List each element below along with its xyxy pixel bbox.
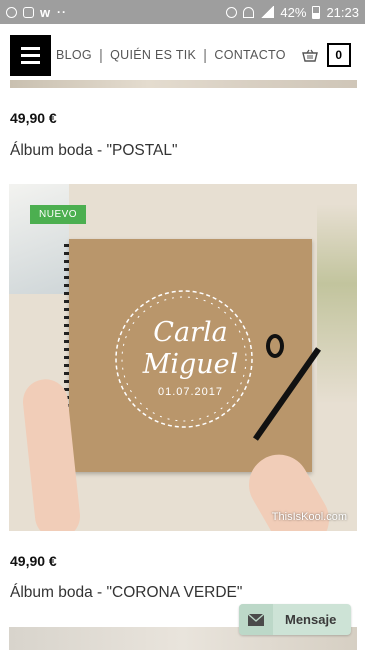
nav-link-blog[interactable]: BLOG	[56, 48, 92, 62]
new-badge: NUEVO	[30, 205, 87, 224]
site-header: BLOG | QUIÉN ES TIK | CONTACTO 0	[0, 24, 365, 86]
basket-icon[interactable]	[301, 49, 318, 62]
product-image-postal[interactable]	[10, 80, 357, 88]
cart-count-badge[interactable]: 0	[326, 43, 351, 67]
more-notifications-icon: ··	[57, 5, 67, 19]
greenery	[317, 204, 357, 404]
clock: 21:23	[326, 4, 359, 20]
nav-separator: |	[203, 46, 208, 64]
hamburger-icon-bar	[21, 46, 40, 50]
product-title[interactable]: Álbum boda - "CORONA VERDE"	[10, 584, 242, 602]
ribbon-bow	[266, 334, 284, 358]
whatsapp-icon	[6, 6, 17, 18]
status-icons-right: 42% 21:23	[226, 5, 359, 20]
alarm-icon	[226, 6, 238, 18]
image-watermark: ThisIsKool.com	[271, 511, 347, 523]
message-button-label: Mensaje	[285, 612, 337, 627]
hamburger-icon-bar	[21, 53, 40, 57]
message-button[interactable]: Mensaje	[239, 604, 351, 635]
battery-icon	[312, 5, 321, 19]
status-icons-left: w ··	[6, 5, 67, 19]
product-price: 49,90 €	[10, 110, 57, 126]
nav-separator: |	[98, 46, 104, 64]
hamburger-icon-bar	[21, 60, 40, 64]
nav-link-quien-es-tik[interactable]: QUIÉN ES TIK	[110, 48, 196, 62]
w-app-icon: w	[40, 4, 51, 20]
album-cover: Carla Miguel 01.07.2017	[69, 239, 322, 472]
photo-props	[9, 184, 69, 294]
product-price: 49,90 €	[10, 553, 57, 569]
battery-percent: 42%	[280, 4, 307, 20]
wifi-icon	[243, 6, 255, 18]
nav-link-contacto[interactable]: CONTACTO	[214, 48, 285, 62]
signal-icon	[260, 6, 275, 18]
main-nav: BLOG | QUIÉN ES TIK | CONTACTO	[56, 47, 286, 64]
album-date: 01.07.2017	[157, 386, 224, 398]
menu-button[interactable]	[10, 34, 51, 76]
gallery-icon	[23, 6, 34, 18]
product-image-corona-verde[interactable]: Carla Miguel 01.07.2017 NUEVO ThisIsKool…	[9, 184, 357, 531]
status-bar: w ·· 42% 21:23	[0, 0, 365, 24]
envelope-icon	[239, 604, 273, 635]
product-title[interactable]: Álbum boda - "POSTAL"	[10, 142, 178, 160]
